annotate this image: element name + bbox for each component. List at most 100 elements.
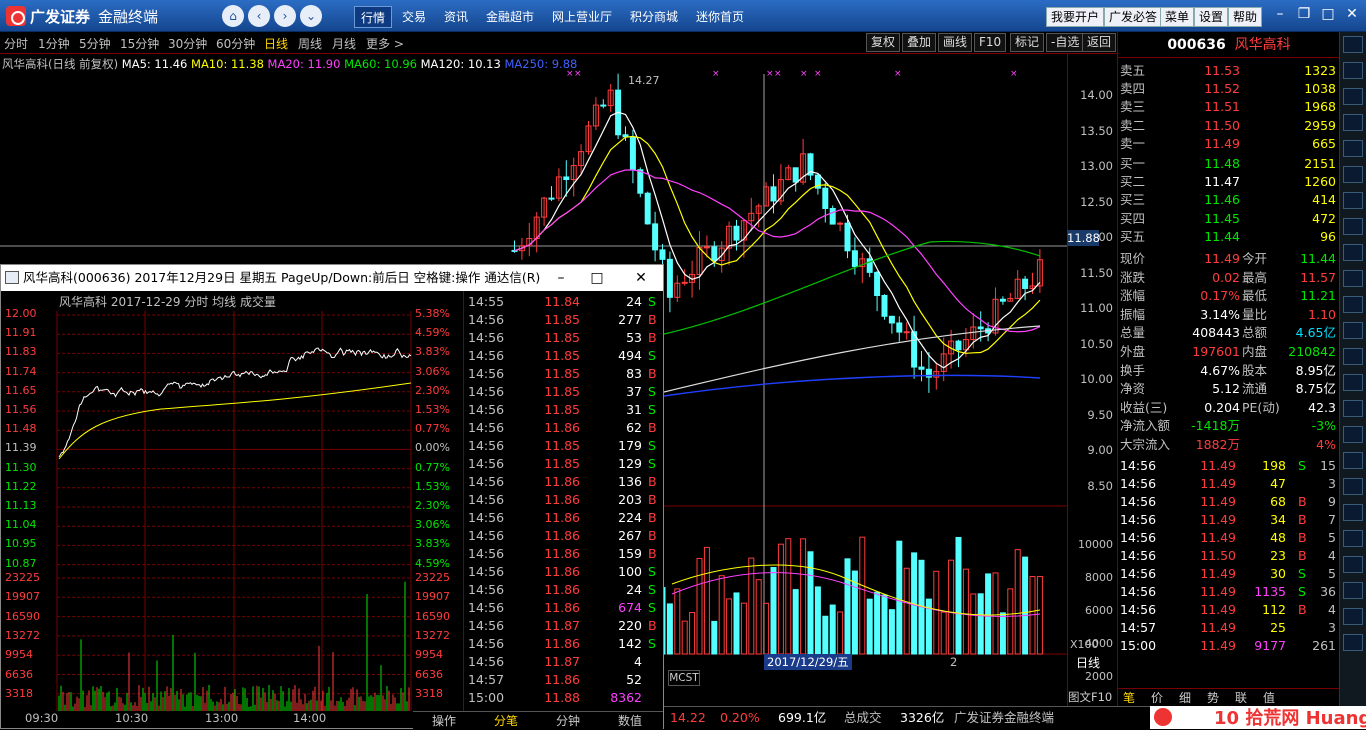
- period-more[interactable]: 更多 >: [366, 35, 404, 52]
- nav-trade[interactable]: 交易: [396, 6, 432, 28]
- popup-close-icon[interactable]: ✕: [621, 265, 661, 291]
- open-account-button[interactable]: 我要开户: [1046, 7, 1105, 27]
- period-60min[interactable]: 60分钟: [216, 35, 255, 52]
- indicator-vr-icon[interactable]: [1343, 634, 1363, 651]
- candle-body: [881, 294, 888, 317]
- volume-bar: [881, 594, 888, 655]
- tick-side: B: [648, 330, 657, 345]
- f10-button[interactable]: F10: [974, 33, 1007, 52]
- indicator-sar-icon[interactable]: [1343, 296, 1363, 313]
- draw-button[interactable]: 画线: [938, 33, 973, 52]
- period-weekly[interactable]: 周线: [298, 35, 322, 52]
- order-row-buy: 买二 11.47 1260: [1118, 173, 1340, 191]
- nav-news[interactable]: 资讯: [438, 6, 474, 28]
- indicator-f9-icon[interactable]: [1343, 244, 1363, 261]
- popup-minimize-icon[interactable]: –: [541, 265, 581, 291]
- tick-list[interactable]: 14:55 11.84 24 S 14:56 11.85 277 B 14:56 11.85 53 B…: [463, 291, 663, 711]
- indicator-asi-icon[interactable]: [1343, 556, 1363, 573]
- indicator-f10-icon[interactable]: [1343, 192, 1363, 209]
- period-30min[interactable]: 30分钟: [168, 35, 207, 52]
- return-button[interactable]: 返回: [1082, 33, 1117, 52]
- ime-icon[interactable]: [1154, 708, 1172, 726]
- mark-button[interactable]: 标记: [1010, 33, 1045, 52]
- nav-points-mall[interactable]: 积分商城: [624, 6, 684, 28]
- tick-side: B: [648, 420, 657, 435]
- f10-badge[interactable]: 图文F10: [1068, 689, 1112, 705]
- intraday-vol-label-r: 19907: [415, 590, 450, 604]
- candle-body: [837, 222, 844, 225]
- nav-finance-market[interactable]: 金融超市: [480, 6, 540, 28]
- faq-button[interactable]: 广发必答: [1104, 7, 1163, 27]
- collapse-icon[interactable]: ⌄: [300, 5, 322, 27]
- indicator-wr-icon[interactable]: [1343, 452, 1363, 469]
- tick-time: 14:56: [468, 402, 505, 417]
- indicator-f12-icon[interactable]: [1343, 218, 1363, 235]
- volume-bar: [814, 586, 821, 655]
- help-button[interactable]: 帮助: [1228, 7, 1263, 27]
- order-level-label: 买二: [1120, 174, 1146, 190]
- nav-market[interactable]: 行情: [354, 6, 393, 28]
- order-price: 11.46: [1204, 192, 1240, 208]
- period-daily[interactable]: 日线: [264, 35, 288, 52]
- volume-bar: [962, 568, 969, 655]
- popup-tab[interactable]: 分笔: [475, 712, 537, 730]
- indicator-vol-icon[interactable]: [1343, 62, 1363, 79]
- indicator-rsi-icon[interactable]: [1343, 140, 1363, 157]
- price-axis-label: 11.00: [1080, 301, 1113, 315]
- forward-icon[interactable]: ›: [274, 5, 296, 27]
- indicator-bias-icon[interactable]: [1343, 504, 1363, 521]
- period-monthly[interactable]: 月线: [332, 35, 356, 52]
- indicator-emv-icon[interactable]: [1343, 478, 1363, 495]
- indicator-roc-icon[interactable]: [1343, 374, 1363, 391]
- maximize-icon[interactable]: □: [1318, 5, 1338, 23]
- intraday-chart-title: 风华高科 2017-12-29 分时 均线 成交量: [59, 295, 276, 309]
- indicator-psy-icon[interactable]: [1343, 608, 1363, 625]
- indicator-cci-icon[interactable]: [1343, 426, 1363, 443]
- detail-tab[interactable]: 价: [1151, 689, 1163, 707]
- quote-label: 现价: [1120, 251, 1146, 266]
- tick-list-row: 14:56 11.85 129 S: [464, 455, 664, 473]
- index-change: 0.20%: [720, 710, 760, 725]
- stock-code: 000636: [1167, 37, 1226, 53]
- indicator-dmi-icon[interactable]: [1343, 348, 1363, 365]
- indicator-trix-icon[interactable]: [1343, 400, 1363, 417]
- indicator-obv-icon[interactable]: [1343, 322, 1363, 339]
- tick-volume: 4: [634, 654, 642, 669]
- intraday-pct-label: 0.77%: [415, 460, 450, 474]
- menu-button[interactable]: 菜单: [1160, 7, 1195, 27]
- detail-tab[interactable]: 笔: [1123, 689, 1135, 707]
- popup-tab[interactable]: 操作: [413, 712, 475, 730]
- period-1min[interactable]: 1分钟: [38, 35, 70, 52]
- popup-maximize-icon[interactable]: □: [577, 265, 617, 291]
- indicator-dma-icon[interactable]: [1343, 582, 1363, 599]
- popup-tab[interactable]: 分钟: [537, 712, 599, 730]
- nav-mini-home[interactable]: 迷你首页: [690, 6, 750, 28]
- restore-icon[interactable]: ❐: [1294, 5, 1314, 23]
- period-5min[interactable]: 5分钟: [79, 35, 111, 52]
- candle-body: [563, 176, 570, 181]
- tick-time: 14:57: [468, 672, 505, 687]
- period-15min[interactable]: 15分钟: [120, 35, 159, 52]
- overlay-button[interactable]: 叠加: [902, 33, 937, 52]
- indicator-kdj-icon[interactable]: [1343, 114, 1363, 131]
- detail-tab[interactable]: 细: [1179, 689, 1191, 707]
- intraday-chart[interactable]: [1, 291, 463, 711]
- tick-list-row: 14:56 11.85 277 B: [464, 311, 664, 329]
- nav-online-hall[interactable]: 网上营业厅: [546, 6, 618, 28]
- remove-watchlist-button[interactable]: -自选: [1046, 33, 1085, 52]
- indicator-cr-icon[interactable]: [1343, 530, 1363, 547]
- mcst-tab[interactable]: MCST: [668, 670, 700, 686]
- adjust-button[interactable]: 复权: [866, 33, 901, 52]
- home-icon[interactable]: ⌂: [222, 5, 244, 27]
- close-icon[interactable]: ✕: [1342, 5, 1362, 23]
- minimize-icon[interactable]: –: [1270, 5, 1290, 23]
- indicator-macd-icon[interactable]: [1343, 88, 1363, 105]
- period-intraday[interactable]: 分时: [4, 35, 28, 52]
- popup-tab[interactable]: 数值: [599, 712, 661, 730]
- indicator-boll-icon[interactable]: [1343, 166, 1363, 183]
- back-icon[interactable]: ‹: [248, 5, 270, 27]
- settings-button[interactable]: 设置: [1194, 7, 1229, 27]
- order-row-sell: 卖五 11.53 1323: [1118, 62, 1340, 80]
- indicator-f7-icon[interactable]: [1343, 270, 1363, 287]
- indicator-ma-icon[interactable]: [1343, 36, 1363, 53]
